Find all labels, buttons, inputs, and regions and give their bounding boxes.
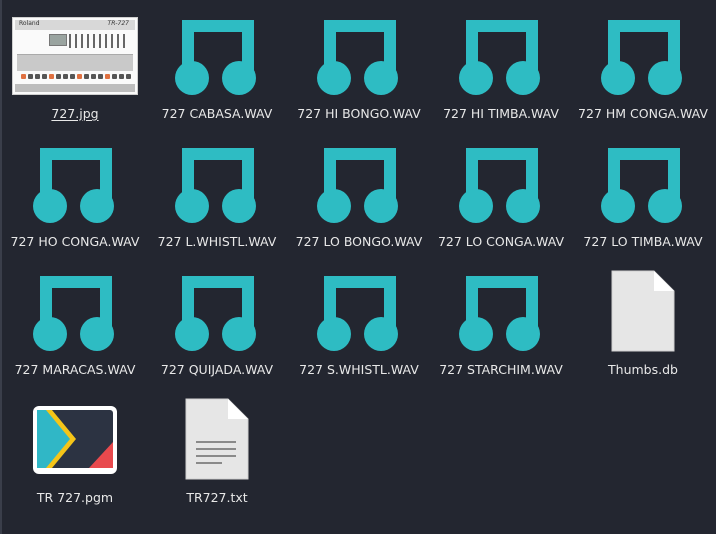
file-icon [146,140,288,228]
file-icon [430,140,572,228]
media-viewer-app-icon [33,406,117,474]
music-note-icon [175,148,256,223]
music-note-icon [317,148,398,223]
file-name-label: TR 727.pgm [36,490,114,505]
music-note-icon [317,20,398,95]
drum-machine-thumbnail: Roland TR-727 [12,17,138,95]
file-item-727-lo-bongo-wav[interactable]: 727 LO BONGO.WAV [288,128,430,256]
file-icon [288,268,430,356]
file-item-727-maracas-wav[interactable]: 727 MARACAS.WAV [4,256,146,384]
file-item-tr-727-pgm[interactable]: TR 727.pgm [4,384,146,512]
file-item-727-lo-conga-wav[interactable]: 727 LO CONGA.WAV [430,128,572,256]
file-item-727-quijada-wav[interactable]: 727 QUIJADA.WAV [146,256,288,384]
file-item-727-hi-bongo-wav[interactable]: 727 HI BONGO.WAV [288,0,430,128]
music-note-icon [175,276,256,351]
file-name-label: 727 LO TIMBA.WAV [583,234,703,249]
file-name-label: 727 HI TIMBA.WAV [443,106,559,121]
window-left-edge [0,0,2,534]
music-note-icon [601,20,682,95]
music-note-icon [459,20,540,95]
file-item-727-ho-conga-wav[interactable]: 727 HO CONGA.WAV [4,128,146,256]
file-icon [4,396,146,484]
file-name-label: 727 HO CONGA.WAV [10,234,140,249]
file-name-label: 727 STARCHIM.WAV [439,362,563,377]
file-name-label: 727 MARACAS.WAV [14,362,136,377]
file-name-label: 727 QUIJADA.WAV [160,362,274,377]
file-item-727-hi-timba-wav[interactable]: 727 HI TIMBA.WAV [430,0,572,128]
file-name-label: 727 CABASA.WAV [161,106,273,121]
file-icon [572,140,714,228]
file-name-label: 727 LO BONGO.WAV [295,234,423,249]
file-item-tr727-txt[interactable]: TR727.txt [146,384,288,512]
file-name-label: 727.jpg [51,106,99,121]
file-name-label: 727 HI BONGO.WAV [297,106,421,121]
file-item-727-starchim-wav[interactable]: 727 STARCHIM.WAV [430,256,572,384]
thumbnail-model: TR-727 [107,20,129,27]
file-item-thumbs-db[interactable]: Thumbs.db [572,256,714,384]
file-item-727-l-whistl-wav[interactable]: 727 L.WHISTL.WAV [146,128,288,256]
file-item-727-cabasa-wav[interactable]: 727 CABASA.WAV [146,0,288,128]
file-item-727-hm-conga-wav[interactable]: 727 HM CONGA.WAV [572,0,714,128]
document-icon [611,270,675,352]
music-note-icon [317,276,398,351]
file-icon [288,12,430,100]
music-note-icon [459,148,540,223]
music-note-icon [33,148,114,223]
file-name-label: TR727.txt [186,490,248,505]
file-icon [430,268,572,356]
music-note-icon [601,148,682,223]
file-icon [4,268,146,356]
file-name-label: Thumbs.db [608,362,678,377]
music-note-icon [33,276,114,351]
file-icon [572,268,714,356]
music-note-icon [175,20,256,95]
file-icon [430,12,572,100]
thumbnail-brand: Roland [19,20,40,27]
file-icon [572,12,714,100]
file-icon [288,140,430,228]
file-icon [4,140,146,228]
file-name-label: 727 LO CONGA.WAV [437,234,565,249]
text-document-icon [185,398,249,480]
file-icon: Roland TR-727 [4,12,146,100]
file-name-label: 727 L.WHISTL.WAV [157,234,277,249]
file-item-727-jpg[interactable]: Roland TR-727 727.jpg [4,0,146,128]
file-icon-grid: Roland TR-727 727.jpg 727 CABASA.WAV 727… [4,0,716,534]
file-icon [146,396,288,484]
music-note-icon [459,276,540,351]
file-name-label: 727 S.WHISTL.WAV [299,362,419,377]
file-icon [146,268,288,356]
file-name-label: 727 HM CONGA.WAV [578,106,708,121]
file-item-727-lo-timba-wav[interactable]: 727 LO TIMBA.WAV [572,128,714,256]
file-icon [146,12,288,100]
file-item-727-s-whistl-wav[interactable]: 727 S.WHISTL.WAV [288,256,430,384]
